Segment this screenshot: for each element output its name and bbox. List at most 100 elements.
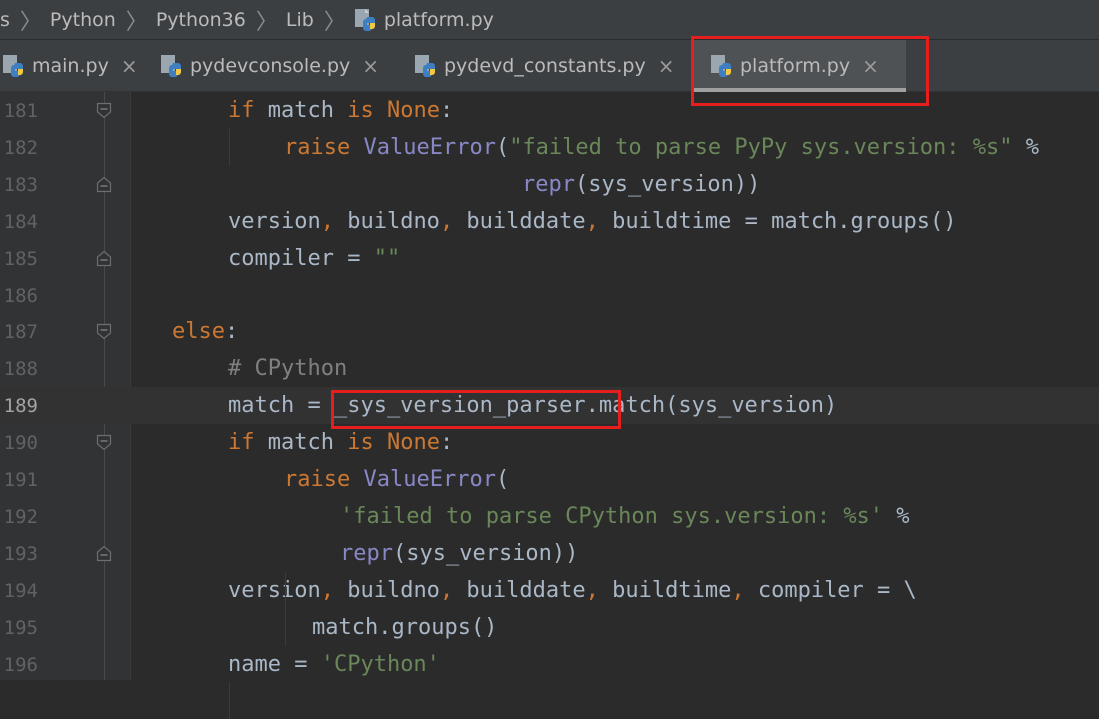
line-number: 185 [3, 247, 38, 270]
line-number: 195 [3, 616, 38, 639]
code-text: match.groups() [312, 614, 498, 640]
code-line[interactable]: 181 if match is None: [0, 92, 1099, 129]
keyword-token: raise [284, 134, 351, 160]
tab-pydevconsole-py[interactable]: pydevconsole.py × [160, 40, 400, 92]
fold-collapse-icon[interactable] [96, 102, 112, 119]
string-token: "failed to parse PyPy sys.version: %s" [509, 134, 1013, 160]
line-number: 187 [3, 321, 38, 344]
line-number: 188 [3, 358, 38, 381]
close-icon[interactable]: × [658, 54, 675, 78]
breadcrumb-separator-icon: 〉 [19, 9, 42, 35]
code-token: % [1012, 134, 1040, 160]
code-token: compiler = [228, 245, 374, 271]
keyword-token: , [320, 577, 334, 603]
tab-label: pydevconsole.py [190, 55, 351, 77]
code-line[interactable]: 187 else: [0, 313, 1099, 350]
code-token: version [228, 577, 321, 603]
line-number: 190 [3, 432, 38, 455]
keyword-token: , [731, 577, 745, 603]
code-token: ( [495, 134, 510, 160]
builtin-token: ValueError [363, 134, 496, 160]
line-number: 196 [3, 653, 38, 676]
code-token: match [254, 430, 348, 456]
breadcrumb-label: Python [49, 8, 116, 31]
tab-pydevd-constants-py[interactable]: pydevd_constants.py × [414, 40, 694, 92]
code-token: (sys_version)) [574, 171, 761, 197]
fold-collapse-icon[interactable] [96, 323, 112, 340]
code-text: version, buildno, builddate, buildtime, … [228, 577, 917, 603]
code-token: : [439, 98, 454, 123]
code-token: buildno [333, 208, 440, 234]
code-token: buildtime [598, 577, 732, 603]
breadcrumb-separator-icon: 〉 [125, 9, 148, 35]
code-token: version [228, 208, 321, 234]
code-token: builddate [453, 577, 586, 603]
fold-end-icon[interactable] [96, 176, 112, 193]
line-number: 189 [3, 395, 38, 418]
indent-guide [229, 129, 230, 166]
code-text: repr(sys_version)) [340, 541, 578, 566]
code-line[interactable]: 185 compiler = "" [0, 240, 1099, 277]
tab-main-py[interactable]: main.py × [0, 40, 142, 92]
code-line[interactable]: 183 repr(sys_version)) [0, 166, 1099, 203]
keyword-token: is [347, 430, 374, 456]
code-line[interactable]: 193 repr(sys_version)) [0, 535, 1099, 572]
keyword-token: , [320, 208, 334, 234]
breadcrumb-label: platform.py [383, 8, 494, 31]
breadcrumb-label: Lib [285, 8, 314, 31]
string-token: "" [373, 245, 401, 271]
breadcrumb-item-platform-py[interactable]: platform.py [354, 8, 494, 32]
code-line[interactable]: 182 raise ValueError("failed to parse PyP… [0, 129, 1099, 166]
close-icon[interactable]: × [121, 54, 138, 78]
code-text: version, buildno, builddate, buildtime =… [228, 208, 957, 234]
keyword-token: None [386, 430, 440, 456]
keyword-token: None [386, 98, 440, 123]
code-line[interactable]: 194 version, buildno, builddate, buildtim… [0, 572, 1099, 609]
code-line[interactable]: 196 name = 'CPython' [0, 646, 1099, 683]
python-file-icon [415, 55, 435, 77]
indent-guide [229, 682, 230, 719]
line-number: 194 [3, 579, 38, 602]
code-line[interactable]: 195 match.groups() [0, 609, 1099, 646]
code-token: builddate [453, 208, 586, 234]
fold-end-icon[interactable] [96, 250, 112, 267]
fold-end-icon[interactable] [96, 545, 112, 562]
code-token: : [439, 430, 454, 456]
code-line[interactable]: 184 version, buildno, builddate, buildtim… [0, 203, 1099, 240]
code-line[interactable]: 190 if match is None: [0, 424, 1099, 461]
code-token: match.groups() [312, 614, 498, 640]
code-text: # CPython [228, 357, 347, 381]
code-text: if match is None: [228, 99, 453, 123]
fold-collapse-icon[interactable] [96, 434, 112, 451]
line-number: 182 [3, 136, 38, 159]
code-text: name = 'CPython' [228, 651, 440, 677]
code-text: compiler = "" [228, 245, 401, 271]
code-token: buildtime = match.groups() [598, 208, 957, 234]
indent-guide [285, 572, 286, 646]
code-token: name = [228, 651, 321, 677]
code-token: ( [495, 467, 510, 492]
code-line[interactable]: 191 raise ValueError( [0, 461, 1099, 498]
breadcrumb-item-python36[interactable]: Python36 [156, 9, 246, 31]
keyword-token: raise [284, 467, 351, 492]
tab-label: main.py [32, 55, 109, 77]
code-text: raise ValueError("failed to parse PyPy s… [284, 134, 1040, 160]
code-token: match [254, 98, 348, 123]
highlight-box-sys-version-parser [331, 390, 621, 429]
builtin-token: repr [522, 171, 575, 197]
breadcrumb-separator-icon: 〉 [323, 9, 346, 35]
breadcrumb-item-s[interactable]: s [0, 9, 10, 31]
breadcrumb-item-lib[interactable]: Lib [286, 9, 314, 31]
breadcrumb-label: s [0, 8, 10, 31]
code-text: if match is None: [228, 431, 453, 455]
code-line[interactable]: 186 [0, 277, 1099, 314]
breadcrumb-separator-icon: 〉 [255, 9, 278, 35]
close-icon[interactable]: × [362, 54, 379, 78]
line-number: 193 [3, 542, 38, 565]
code-line[interactable]: 192 'failed to parse CPython sys.version:… [0, 498, 1099, 535]
string-token: 'failed to parse CPython sys.version: %s… [340, 503, 884, 529]
code-text: repr(sys_version)) [522, 171, 761, 197]
code-line[interactable]: 188 # CPython [0, 350, 1099, 387]
breadcrumb-item-python[interactable]: Python [50, 9, 116, 31]
